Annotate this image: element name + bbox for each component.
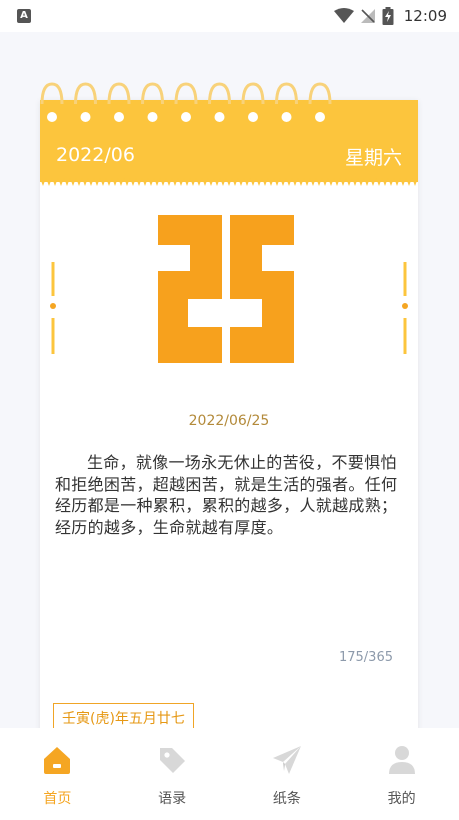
binder-ring	[308, 82, 332, 105]
status-bar: A 12:09	[0, 0, 459, 32]
paper-plane-icon	[272, 746, 301, 774]
binder-hole	[47, 112, 57, 122]
binder-ring	[141, 82, 164, 105]
nav-home[interactable]: 首页	[0, 728, 115, 820]
header-zigzag-edge	[40, 178, 418, 186]
daily-quote: 生命，就像一场永无休止的苦役，不要惧怕和拒绝困苦，超越困苦，就是生活的强者。任何…	[55, 453, 398, 537]
full-date: 2022/06/25	[188, 413, 270, 429]
binder-rings	[40, 82, 332, 122]
binder-hole	[315, 112, 325, 122]
binder-hole	[248, 112, 258, 122]
binder-hole	[281, 112, 292, 122]
nav-quotes[interactable]: 语录	[115, 728, 230, 820]
nav-notes-label: 纸条	[272, 791, 301, 807]
binder-ring	[275, 82, 298, 105]
binder-ring	[40, 82, 64, 105]
battery-charging-icon	[382, 7, 394, 25]
header-weekday: 星期六	[344, 147, 402, 169]
right-side-mark	[402, 262, 408, 354]
home-icon	[44, 747, 71, 774]
binder-ring	[107, 82, 131, 105]
status-time: 12:09	[403, 7, 447, 25]
app-notification-icon: A	[17, 9, 31, 23]
user-icon	[388, 746, 415, 774]
binder-ring	[174, 82, 198, 105]
binder-hole	[214, 112, 225, 122]
no-signal-icon	[360, 9, 375, 23]
binder-hole	[80, 112, 91, 122]
bottom-nav: 首页 语录 纸条 我的	[0, 728, 459, 820]
binder-hole	[114, 112, 124, 122]
status-icons: 12:09	[333, 5, 447, 27]
big-day-text: 25	[227, 294, 229, 296]
nav-notes[interactable]: 纸条	[230, 728, 345, 820]
header-year-month: 2022/06	[56, 144, 135, 166]
binder-ring	[241, 82, 265, 105]
day-of-year: 175/365	[338, 650, 393, 665]
binder-ring	[208, 82, 231, 105]
wifi-icon	[333, 8, 354, 23]
nav-mine-label: 我的	[387, 791, 416, 807]
binder-ring	[74, 82, 97, 105]
binder-hole	[147, 112, 158, 122]
nav-mine[interactable]: 我的	[344, 728, 459, 820]
left-side-mark	[50, 262, 56, 354]
nav-home-label: 首页	[43, 791, 72, 807]
tag-icon	[160, 748, 186, 773]
nav-quotes-label: 语录	[158, 791, 187, 807]
binder-hole	[181, 112, 191, 122]
big-day-number: 25	[158, 215, 294, 363]
